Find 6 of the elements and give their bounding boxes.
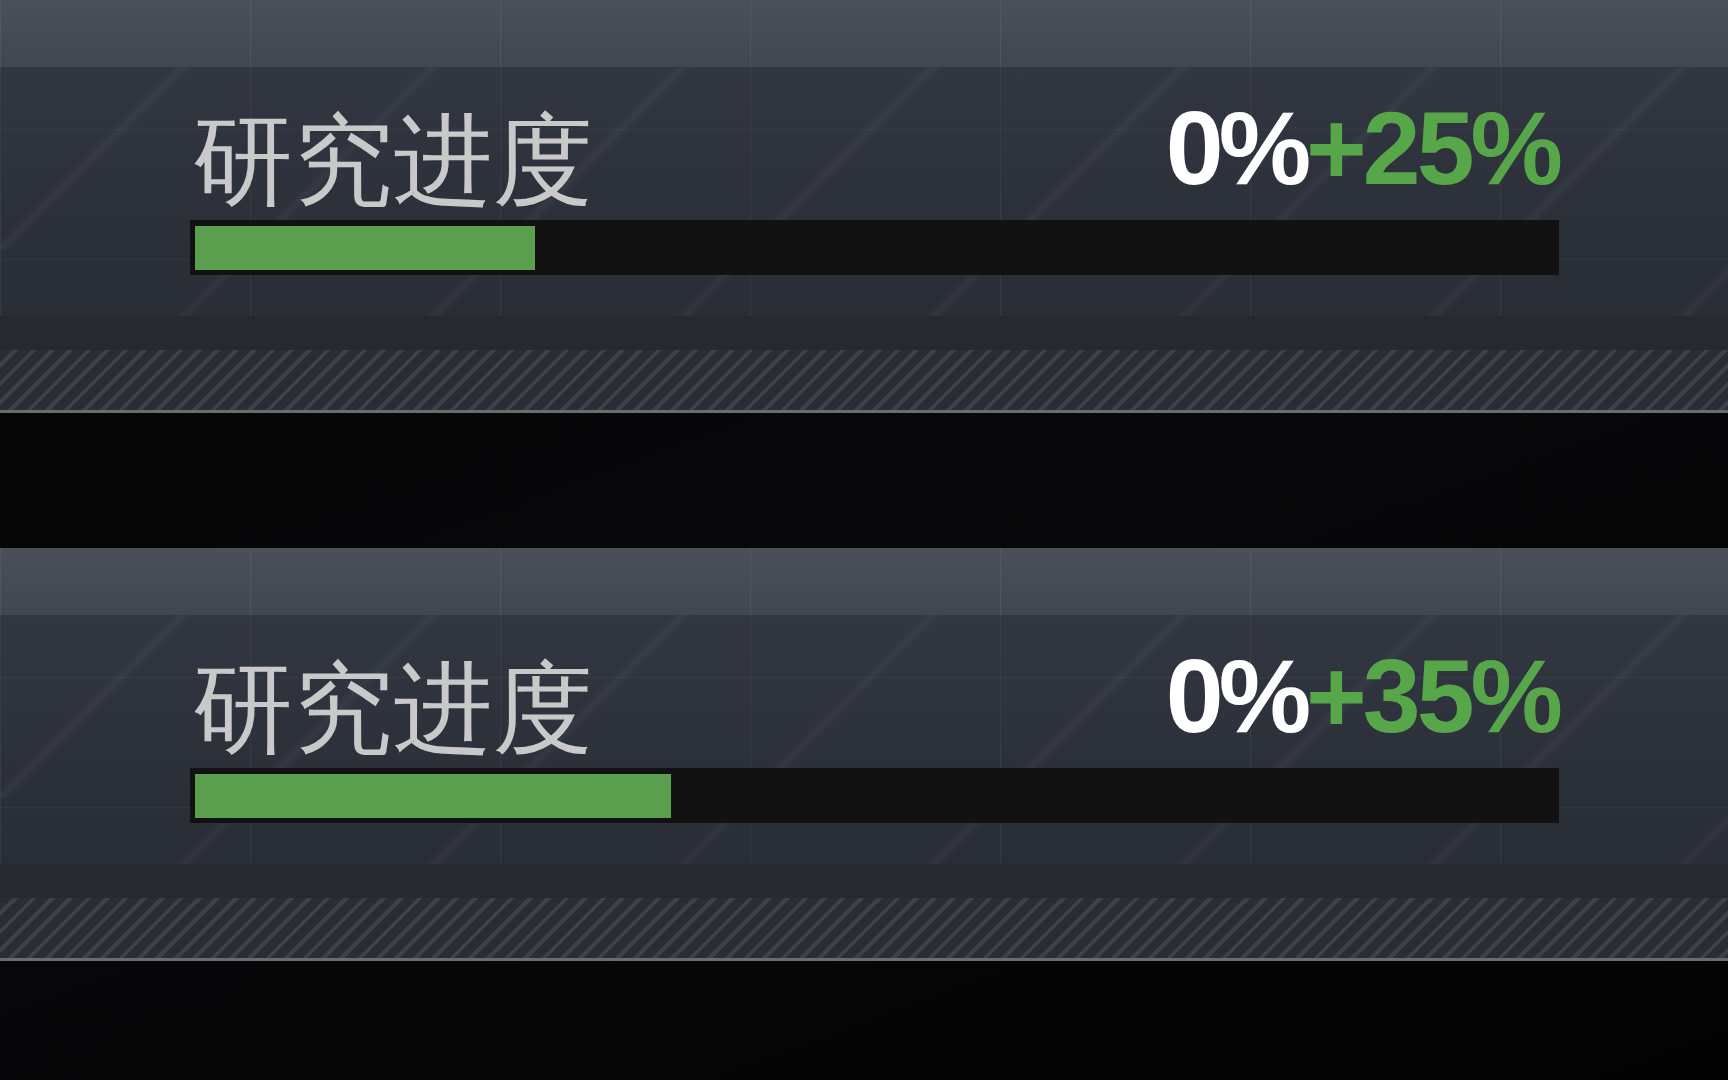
bonus-percent: +25% [1306, 98, 1559, 198]
progress-title: 研究进度 [192, 654, 593, 766]
bonus-percent: +35% [1306, 646, 1559, 746]
current-percent: 0% [1165, 98, 1307, 198]
progress-title: 研究进度 [192, 106, 593, 218]
current-percent: 0% [1165, 646, 1307, 746]
